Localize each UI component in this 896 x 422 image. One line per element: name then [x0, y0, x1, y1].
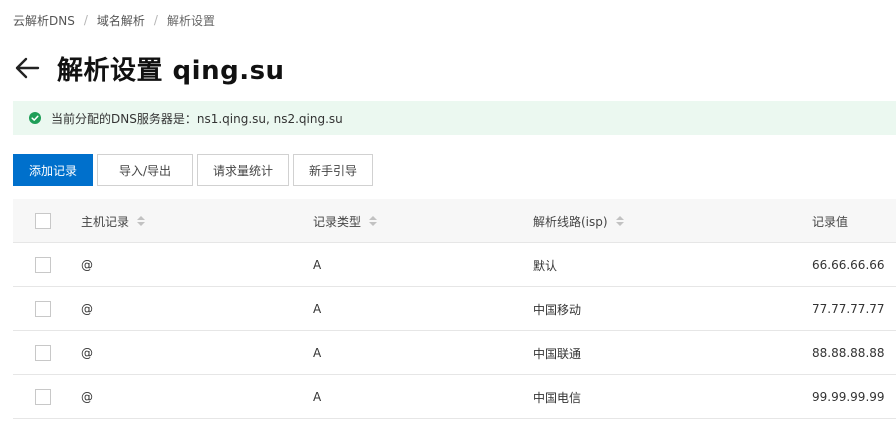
- cell-value: 88.88.88.88: [812, 346, 885, 360]
- cell-type: A: [313, 346, 322, 360]
- sort-icon[interactable]: [615, 216, 624, 226]
- row-checkbox[interactable]: [35, 389, 51, 405]
- column-header-label: 记录类型: [313, 214, 362, 229]
- column-header-label: 解析线路(isp): [533, 214, 608, 229]
- column-header-value: 记录值: [812, 199, 848, 243]
- sort-icon[interactable]: [137, 216, 146, 226]
- cell-type: A: [313, 390, 322, 404]
- cell-type: A: [313, 258, 322, 272]
- breadcrumb-item-domain-resolution[interactable]: 域名解析: [97, 12, 145, 29]
- cell-host: @: [81, 302, 93, 316]
- cell-type: A: [313, 302, 322, 316]
- row-checkbox[interactable]: [35, 301, 51, 317]
- dns-server-notice: 当前分配的DNS服务器是：ns1.qing.su, ns2.qing.su: [13, 101, 896, 135]
- cell-host: @: [81, 258, 93, 272]
- table-header: 主机记录 记录类型 解析线路(isp) 记录值: [13, 199, 896, 243]
- notice-text: 当前分配的DNS服务器是：ns1.qing.su, ns2.qing.su: [51, 111, 343, 126]
- cell-line: 中国电信: [533, 390, 582, 405]
- arrow-left-icon[interactable]: [13, 54, 41, 82]
- select-all-checkbox[interactable]: [35, 213, 51, 229]
- table-row: @ A 默认 66.66.66.66: [13, 243, 896, 287]
- toolbar: 添加记录 导入/导出 请求量统计 新手引导: [13, 154, 377, 186]
- cell-line: 默认: [533, 258, 558, 273]
- column-header-type[interactable]: 记录类型: [313, 199, 378, 243]
- breadcrumb-separator: /: [83, 13, 88, 27]
- table-row: @ A 中国联通 88.88.88.88: [13, 331, 896, 375]
- cell-value: 99.99.99.99: [812, 390, 885, 404]
- request-stats-button[interactable]: 请求量统计: [197, 154, 289, 186]
- cell-host: @: [81, 390, 93, 404]
- breadcrumb-separator: /: [153, 13, 158, 27]
- breadcrumb-item-cloud-dns[interactable]: 云解析DNS: [13, 12, 75, 29]
- check-circle-icon: [29, 112, 41, 124]
- cell-line: 中国联通: [533, 346, 582, 361]
- breadcrumb: 云解析DNS / 域名解析 / 解析设置: [13, 11, 215, 29]
- import-export-button[interactable]: 导入/导出: [97, 154, 193, 186]
- sort-icon[interactable]: [369, 216, 378, 226]
- add-record-button[interactable]: 添加记录: [13, 154, 93, 186]
- page-title: 解析设置 qing.su: [57, 55, 285, 86]
- cell-line: 中国移动: [533, 302, 582, 317]
- cell-host: @: [81, 346, 93, 360]
- column-header-host[interactable]: 主机记录: [81, 199, 146, 243]
- column-header-label: 主机记录: [81, 214, 130, 229]
- cell-value: 77.77.77.77: [812, 302, 885, 316]
- row-checkbox[interactable]: [35, 345, 51, 361]
- page-header: 解析设置 qing.su: [13, 48, 285, 88]
- table-row: @ A 中国移动 77.77.77.77: [13, 287, 896, 331]
- table-row: @ A 中国电信 99.99.99.99: [13, 375, 896, 419]
- breadcrumb-item-resolution-settings: 解析设置: [166, 13, 215, 28]
- column-header-label: 记录值: [812, 214, 849, 229]
- row-checkbox[interactable]: [35, 257, 51, 273]
- records-table: 主机记录 记录类型 解析线路(isp) 记录值 @ A 默认 66.66.66.…: [13, 199, 896, 419]
- column-header-line[interactable]: 解析线路(isp): [533, 199, 624, 243]
- beginner-guide-button[interactable]: 新手引导: [293, 154, 373, 186]
- cell-value: 66.66.66.66: [812, 258, 885, 272]
